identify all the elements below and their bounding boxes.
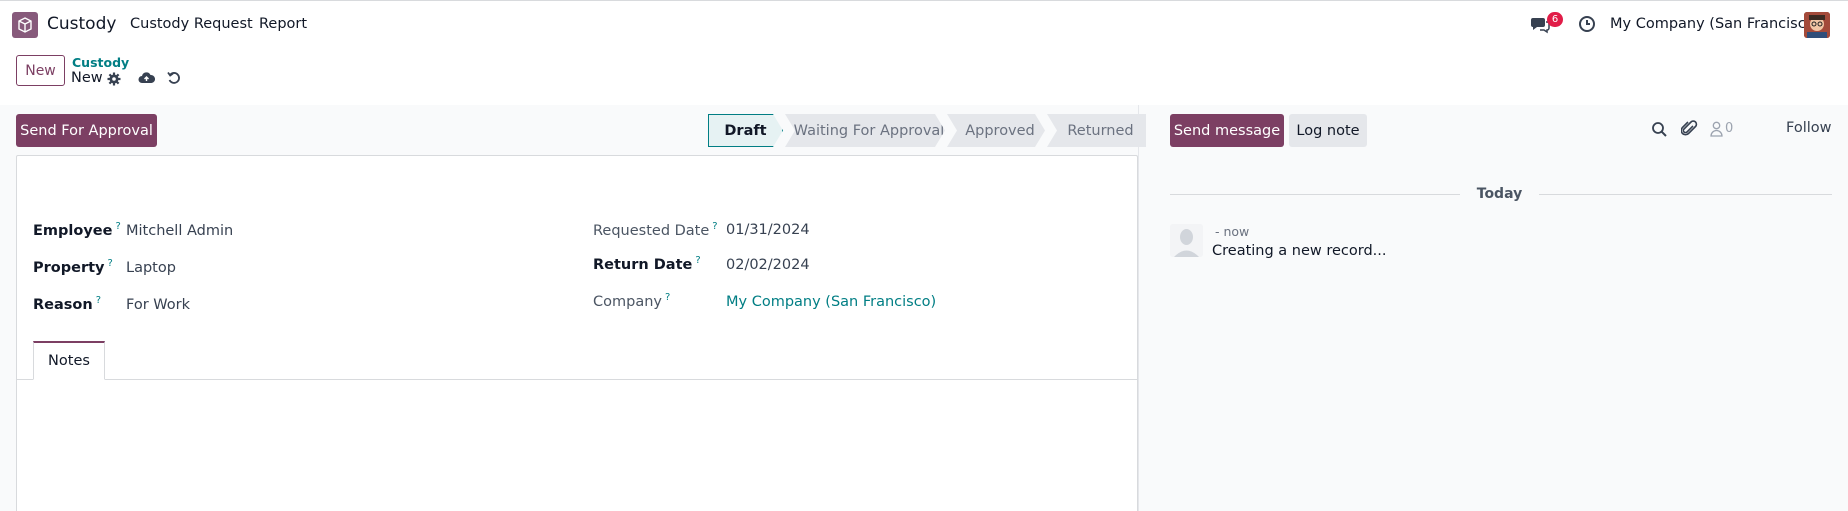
requested-date-help-icon[interactable]: ? [712,221,717,232]
employee-help-icon[interactable]: ? [115,221,120,232]
property-label-text: Property [33,259,105,276]
stage-waiting-for-approval[interactable]: Waiting For Approval [785,114,945,147]
chatter-area [1138,105,1848,511]
reason-field[interactable]: For Work [126,297,190,313]
return-date-field[interactable]: 02/02/2024 [726,257,810,273]
date-separator-line [1539,194,1832,195]
gear-icon[interactable] [107,72,121,90]
employee-label: Employee? [33,221,121,239]
requested-date-label-text: Requested Date [593,222,710,239]
property-help-icon[interactable]: ? [108,258,113,269]
send-for-approval-button[interactable]: Send For Approval [16,114,157,147]
requested-date-label: Requested Date? [593,221,718,239]
chat-badge: 6 [1547,12,1563,27]
cloud-upload-icon[interactable] [138,71,156,89]
app-name[interactable]: Custody [47,14,116,34]
company-switcher[interactable]: My Company (San Francisco) [1610,16,1820,32]
discard-icon[interactable] [167,71,181,89]
breadcrumb-current: New [71,70,103,86]
tab-divider [16,379,1138,380]
reason-label-text: Reason [33,296,93,313]
date-separator: Today [1476,186,1523,202]
top-navbar: Custody Custody Request Report 6 My Comp… [0,0,1848,47]
send-message-button[interactable]: Send message [1170,114,1284,147]
form-sheet [16,155,1138,511]
stage-draft[interactable]: Draft [708,114,783,147]
status-bar: Draft Waiting For Approval Approved Retu… [708,114,1146,147]
control-panel: New Custody New [0,47,1848,106]
new-button[interactable]: New [16,55,65,86]
reason-help-icon[interactable]: ? [96,295,101,306]
breadcrumb-parent[interactable]: Custody [72,55,129,70]
employee-field[interactable]: Mitchell Admin [126,223,233,239]
follower-count: 0 [1725,121,1734,136]
return-date-label-text: Return Date [593,256,693,273]
search-icon[interactable] [1651,121,1668,142]
clock-icon[interactable] [1578,15,1596,37]
company-label: Company? [593,292,670,310]
app-logo-icon[interactable] [12,12,38,38]
message-author-avatar[interactable] [1170,224,1203,257]
stage-approved[interactable]: Approved [947,114,1045,147]
return-date-help-icon[interactable]: ? [695,255,700,266]
property-label: Property? [33,258,113,276]
follow-button[interactable]: Follow [1786,120,1831,136]
log-note-button[interactable]: Log note [1289,114,1367,147]
stage-returned[interactable]: Returned [1047,114,1146,147]
message-time: - now [1215,224,1250,239]
return-date-label: Return Date? [593,255,701,273]
company-label-text: Company [593,293,662,310]
requested-date-field[interactable]: 01/31/2024 [726,222,810,238]
paperclip-icon[interactable] [1680,120,1698,142]
user-avatar[interactable] [1804,12,1830,38]
employee-label-text: Employee [33,222,113,239]
reason-label: Reason? [33,295,101,313]
follower-icon[interactable] [1710,121,1723,141]
message-body: Creating a new record... [1212,243,1387,259]
menu-custody-request[interactable]: Custody Request [130,16,253,32]
tab-notes[interactable]: Notes [33,341,105,380]
menu-report[interactable]: Report [259,16,307,32]
company-help-icon[interactable]: ? [665,292,670,303]
date-separator-line [1170,194,1460,195]
company-field[interactable]: My Company (San Francisco) [726,294,936,310]
property-field[interactable]: Laptop [126,260,176,276]
